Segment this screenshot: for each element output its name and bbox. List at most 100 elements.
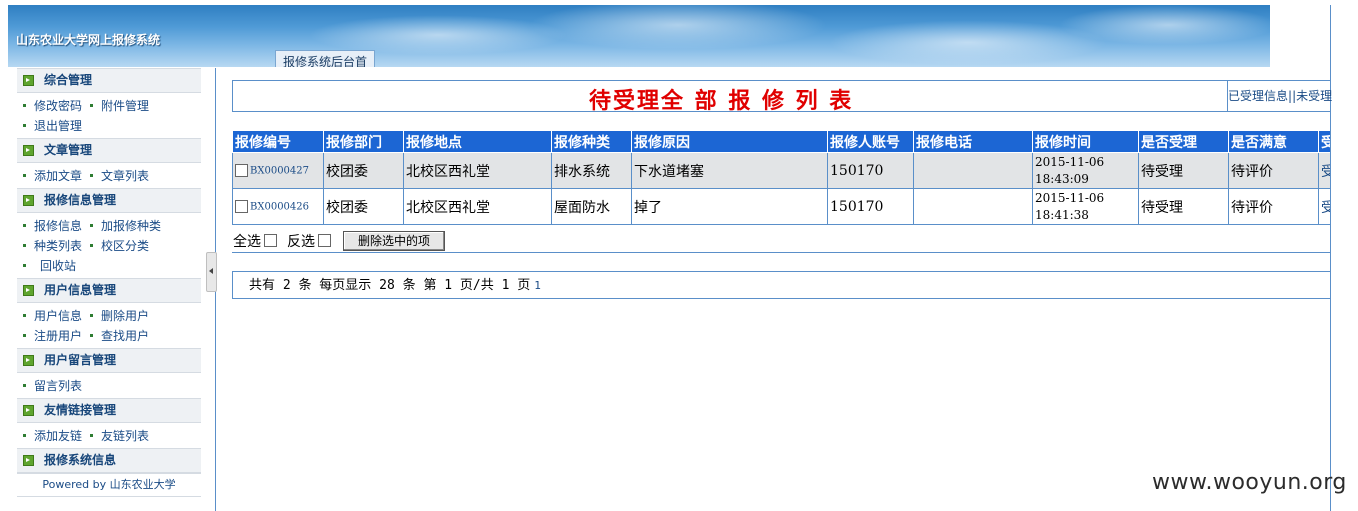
table-row: BX0000427 校团委 北校区西礼堂 排水系统 下水道堵塞 150170 2015-11… [232,152,1330,189]
cell-time: 2015-11-06 18:41:38 [1032,188,1139,225]
sidebar-item[interactable]: 修改密码 [34,99,82,113]
cell-account: 150170 [827,152,914,189]
sidebar-section-0[interactable]: 综合管理 [17,68,201,93]
accepted-info-link[interactable]: 已受理信息 [1228,89,1288,103]
bullet-icon [90,334,94,337]
column-header: 受 [1318,130,1330,153]
table-header-row: 报修编号 报修部门 报修地点 报修种类 报修原因 报修人账号 报修电话 报修时间 是否受理 是否满… [232,130,1330,153]
delete-selected-button[interactable]: 删除选中的项 [343,230,446,251]
sidebar-section-2[interactable]: 报修信息管理 [17,188,201,213]
cell-id: BX0000426 [232,188,324,225]
cell-action: 受 [1318,188,1330,225]
sidebar-item[interactable]: 种类列表 [34,239,82,253]
column-header: 报修部门 [323,130,404,153]
expand-arrow-icon [23,285,34,296]
repair-id-link[interactable]: BX0000426 [250,201,309,212]
accept-link[interactable]: 受 [1321,164,1330,180]
sidebar-section-6[interactable]: 报修系统信息 [17,448,201,473]
list-title-bar: 待受理全 部 报 修 列 表 已受理信息||未受理 [232,80,1332,114]
sidebar-section-5[interactable]: 友情链接管理 [17,398,201,423]
bullet-icon [23,334,26,337]
unaccepted-link[interactable]: |未受理 [1292,89,1332,103]
sidebar-section-3[interactable]: 用户信息管理 [17,278,201,303]
sidebar-item[interactable]: 文章列表 [101,169,149,183]
sidebar-item[interactable]: 删除用户 [101,309,149,323]
bullet-icon [90,224,94,227]
page-link-1[interactable]: 1 [534,279,541,292]
cell-type: 屋面防水 [551,188,632,225]
repair-id-link[interactable]: BX0000427 [250,165,309,176]
sidebar: 综合管理修改密码 附件管理退出管理文章管理添加文章 文章列表报修信息管理报修信息 加报… [17,68,201,497]
sidebar-link-row: 种类列表 校区分类 [23,236,201,256]
sidebar-link-row: 用户信息 删除用户 [23,306,201,326]
cell-type: 排水系统 [551,152,632,189]
invert-selection-checkbox[interactable] [318,234,331,247]
invert-selection-label: 反选 [287,233,315,250]
bullet-icon [23,384,26,387]
sidebar-section-4[interactable]: 用户留言管理 [17,348,201,373]
bullet-icon [23,244,26,247]
select-all-label: 全选 [233,233,261,250]
expand-arrow-icon [23,145,34,156]
bullet-icon [23,174,26,177]
sidebar-item[interactable]: 友链列表 [101,429,149,443]
tab-backend-home[interactable]: 报修系统后台首 [275,50,375,67]
bullet-icon [23,264,26,267]
sidebar-item[interactable]: 用户信息 [34,309,82,323]
expand-arrow-icon [23,355,34,366]
sidebar-section-links: 修改密码 附件管理退出管理 [17,93,201,138]
sidebar-item[interactable]: 报修信息 [34,219,82,233]
cell-phone [913,152,1033,189]
sidebar-item[interactable]: 退出管理 [34,119,82,133]
sidebar-section-1[interactable]: 文章管理 [17,138,201,163]
select-all-checkbox[interactable] [264,234,277,247]
sidebar-item[interactable]: 附件管理 [101,99,149,113]
sidebar-item[interactable]: 留言列表 [34,379,82,393]
cell-account: 150170 [827,188,914,225]
sidebar-collapse-button[interactable] [206,252,217,292]
bullet-icon [90,434,94,437]
cell-time: 2015-11-06 18:43:09 [1032,152,1139,189]
pagination-summary: 共有 2 条 每页显示 28 条 第 1 页/共 1 页 [249,278,531,293]
bullet-icon [90,104,94,107]
powered-by-text: Powered by 山东农业大学 [17,473,201,497]
sidebar-item[interactable]: 校区分类 [101,239,149,253]
column-header: 报修种类 [551,130,632,153]
bullet-icon [90,174,94,177]
sidebar-link-row: 回收站 [23,256,201,276]
sidebar-item[interactable]: 查找用户 [101,329,149,343]
sidebar-link-row: 添加友链 友链列表 [23,426,201,446]
actions-divider [232,252,1330,253]
status-links: 已受理信息||未受理 [1227,81,1332,111]
page-title: 待受理全 部 报 修 列 表 [589,88,854,114]
bullet-icon [23,224,26,227]
sidebar-section-title: 综合管理 [44,73,93,87]
bullet-icon [90,314,94,317]
sidebar-item[interactable]: 添加文章 [34,169,82,183]
cell-action: 受 [1318,152,1330,189]
bullet-icon [90,244,94,247]
sidebar-section-links: 添加友链 友链列表 [17,423,201,448]
row-checkbox[interactable] [235,200,248,213]
expand-arrow-icon [23,455,34,466]
column-header: 报修电话 [913,130,1033,153]
cell-reason: 下水道堵塞 [631,152,828,189]
sidebar-section-title: 用户留言管理 [44,353,117,367]
column-header: 报修编号 [232,130,324,153]
accept-link[interactable]: 受 [1321,200,1330,216]
sidebar-link-row: 留言列表 [23,376,201,396]
sidebar-item[interactable]: 注册用户 [34,329,82,343]
repair-table-wrapper: 报修编号 报修部门 报修地点 报修种类 报修原因 报修人账号 报修电话 报修时间 是否受理 是否满… [232,130,1330,225]
sidebar-section-links: 报修信息 加报修种类种类列表 校区分类回收站 [17,213,201,278]
cell-accepted: 待受理 [1138,188,1229,225]
sidebar-section-title: 用户信息管理 [44,283,117,297]
sidebar-item[interactable]: 回收站 [40,259,76,273]
sidebar-section-title: 友情链接管理 [44,403,117,417]
sidebar-item[interactable]: 添加友链 [34,429,82,443]
sidebar-section-links: 留言列表 [17,373,201,398]
sidebar-section-title: 报修系统信息 [44,453,117,467]
sidebar-item[interactable]: 加报修种类 [101,219,161,233]
bullet-icon [23,434,26,437]
bulk-actions: 全选 反选 删除选中的项 [233,230,446,251]
row-checkbox[interactable] [235,164,248,177]
